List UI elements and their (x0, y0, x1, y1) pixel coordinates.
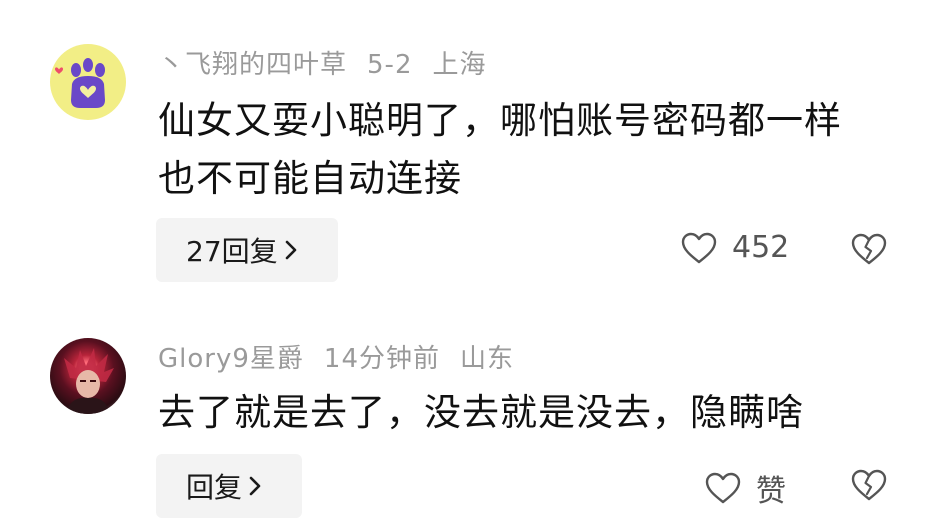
like-label: 赞 (756, 474, 786, 509)
comment-date: 14分钟前 (323, 344, 440, 374)
comment-location: 上海 (432, 50, 487, 80)
comment-meta: Glory9星爵 14分钟前 山东 (158, 338, 534, 375)
avatar[interactable] (50, 44, 126, 120)
anime-character-avatar (64, 348, 114, 414)
reply-button[interactable]: 回复 (156, 454, 302, 518)
comment-location: 山东 (460, 344, 515, 374)
comment-meta: 丶飞翔的四叶草 5-2 上海 (158, 44, 507, 81)
username[interactable]: Glory9星爵 (158, 344, 304, 374)
dislike-button[interactable] (850, 468, 888, 502)
heart-icon (704, 471, 742, 505)
chevron-right-icon (284, 239, 298, 261)
reply-label: 回复 (186, 471, 243, 504)
broken-heart-icon (851, 469, 887, 501)
chevron-right-icon (248, 475, 262, 497)
like-button[interactable]: 452 (680, 230, 789, 265)
broken-heart-icon (851, 233, 887, 265)
heart-icon (680, 231, 718, 265)
username[interactable]: 丶飞翔的四叶草 (158, 50, 347, 80)
view-replies-button[interactable]: 27回复 (156, 218, 338, 282)
avatar[interactable] (50, 338, 126, 414)
comment-text: 仙女又耍小聪明了，哪怕账号密码都一样 也不可能自动连接 (158, 99, 842, 200)
like-button[interactable]: 赞 (704, 466, 786, 510)
like-count: 452 (732, 230, 790, 265)
comment-date: 5-2 (367, 50, 413, 80)
comment-item: Glory9星爵 14分钟前 山东 去了就是去了，没去就是没去，隐瞒啥 回复 赞 (0, 320, 945, 525)
comment-text: 去了就是去了，没去就是没去，隐瞒啥 (158, 391, 804, 434)
dislike-button[interactable] (850, 232, 888, 266)
reply-label: 27回复 (186, 235, 278, 268)
cat-paw-icon (55, 58, 105, 108)
comment-item: 丶飞翔的四叶草 5-2 上海 仙女又耍小聪明了，哪怕账号密码都一样 也不可能自动连接… (0, 0, 945, 290)
